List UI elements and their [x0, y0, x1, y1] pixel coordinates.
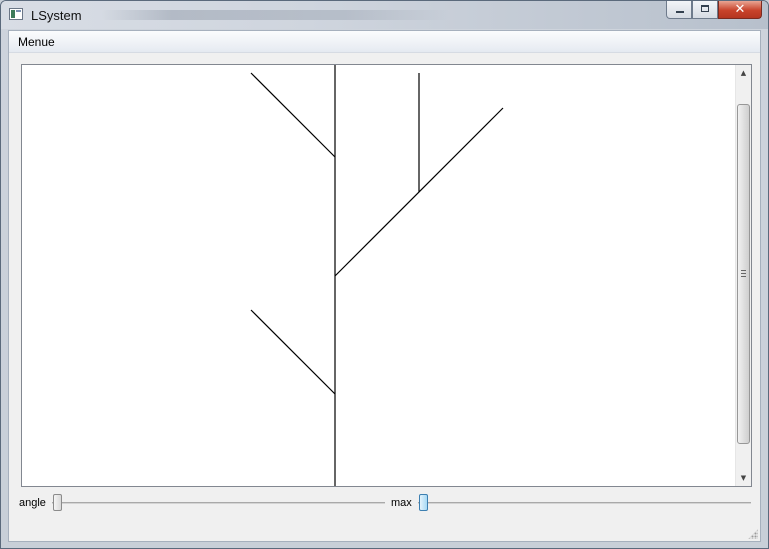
controls-row: angle max	[9, 493, 760, 515]
window-title: LSystem	[31, 8, 82, 23]
drawing-area[interactable]: ▲ ▼	[21, 64, 752, 487]
max-label: max	[391, 497, 412, 509]
maximize-button[interactable]	[692, 1, 718, 19]
angle-slider-handle[interactable]	[53, 494, 62, 511]
client-area: Menue ▲ ▼ angle max	[8, 30, 761, 542]
lsystem-tree	[250, 65, 504, 486]
tree-branch-upper-left	[250, 72, 336, 158]
scroll-down-icon[interactable]: ▼	[736, 470, 751, 486]
minimize-icon	[667, 1, 691, 18]
vertical-scrollbar[interactable]: ▲ ▼	[735, 65, 751, 486]
grip-icon	[741, 270, 746, 277]
minimize-button[interactable]	[666, 1, 692, 19]
angle-slider-track[interactable]	[52, 502, 385, 504]
close-button[interactable]: ✕	[718, 1, 762, 19]
title-bar-blur	[101, 10, 451, 20]
app-window: LSystem ✕ Menue ▲ ▼ angle max	[0, 0, 769, 549]
max-slider-track[interactable]	[418, 502, 751, 504]
max-slider-handle[interactable]	[419, 494, 428, 511]
resize-grip[interactable]	[748, 529, 758, 539]
app-icon[interactable]	[9, 8, 23, 20]
tree-branch-lower-left	[250, 309, 336, 395]
scroll-up-icon[interactable]: ▲	[736, 65, 751, 81]
menu-menue[interactable]: Menue	[12, 33, 61, 51]
menu-bar: Menue	[9, 31, 760, 53]
restore-icon	[693, 1, 717, 18]
angle-label: angle	[19, 497, 46, 509]
title-bar[interactable]: LSystem ✕	[1, 1, 768, 29]
lsystem-canvas	[250, 65, 504, 486]
close-icon: ✕	[734, 2, 746, 17]
scrollbar-thumb[interactable]	[737, 104, 750, 444]
caption-buttons: ✕	[666, 1, 762, 21]
